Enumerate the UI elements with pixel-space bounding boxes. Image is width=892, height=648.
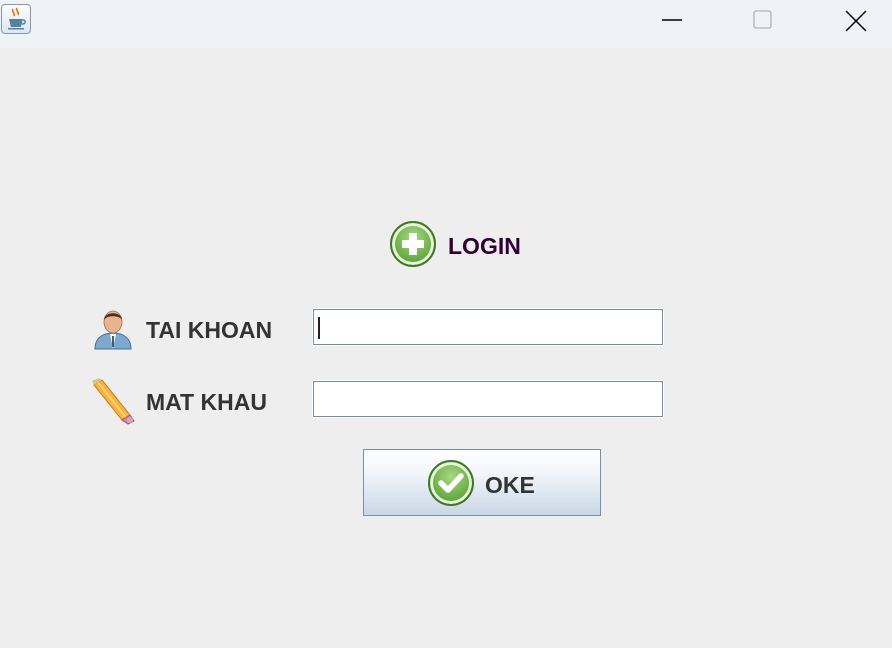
oke-button[interactable]: OKE: [363, 449, 601, 516]
text-caret: [318, 317, 320, 339]
username-field[interactable]: [312, 308, 664, 346]
window-titlebar: [0, 0, 892, 48]
maximize-icon: [753, 10, 772, 29]
password-label: MAT KHAU: [146, 389, 267, 415]
password-row: MAT KHAU: [90, 377, 690, 425]
plus-circle-icon: [390, 221, 436, 267]
password-field[interactable]: [312, 380, 664, 418]
pencil-icon: [92, 378, 135, 425]
check-circle-icon: [428, 460, 474, 506]
java-cup-icon[interactable]: [1, 4, 31, 34]
minimize-button[interactable]: [649, 0, 695, 40]
username-label: TAI KHOAN: [146, 317, 273, 343]
close-button[interactable]: [832, 0, 878, 40]
user-icon: [94, 310, 132, 350]
close-icon: [845, 10, 867, 32]
username-row: TAI KHOAN: [90, 305, 690, 353]
login-title: LOGIN: [448, 233, 521, 259]
minimize-icon: [662, 19, 682, 21]
oke-button-label: OKE: [485, 472, 535, 498]
maximize-button[interactable]: [740, 0, 786, 40]
